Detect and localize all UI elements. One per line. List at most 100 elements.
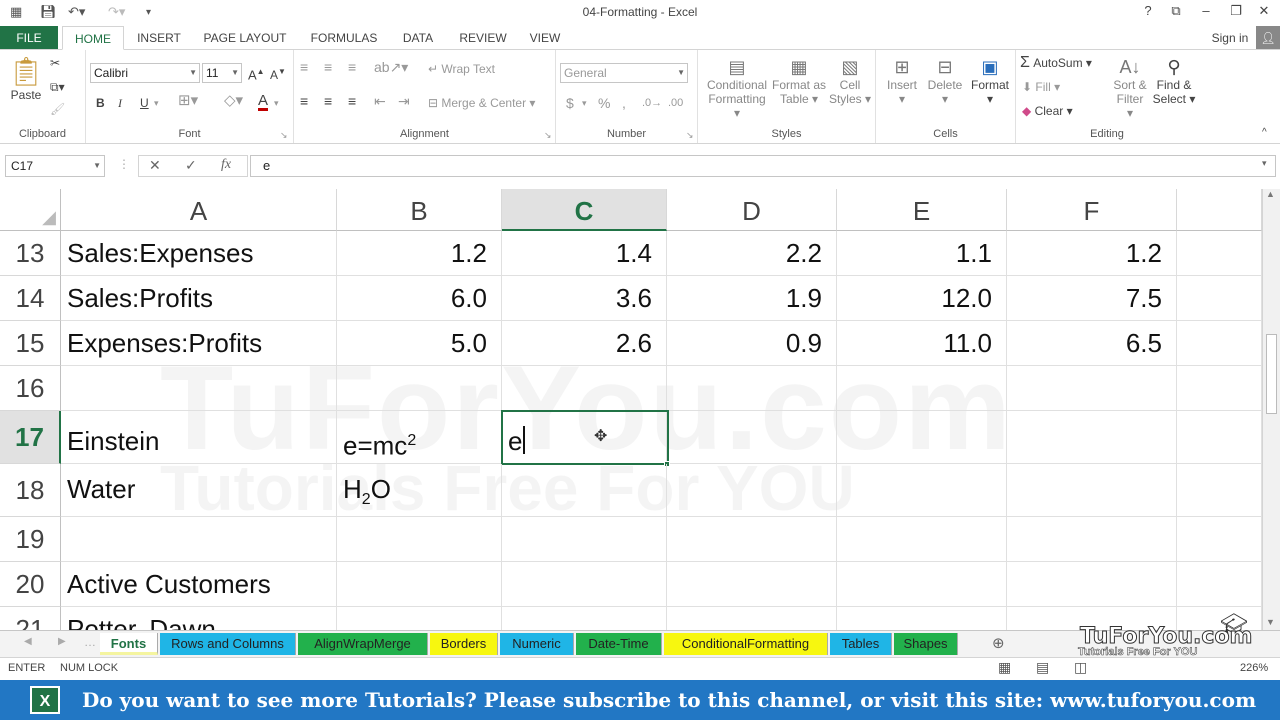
worksheet-grid[interactable]: TuForYou.com Tutorials Free For YOU ◢ A … <box>0 189 1262 630</box>
align-center-icon[interactable]: ≡ <box>324 94 332 108</box>
cancel-entry-icon[interactable]: ✕ <box>149 157 161 174</box>
sign-in-link[interactable]: Sign in <box>1204 26 1256 50</box>
row-header-17[interactable]: 17 <box>0 411 61 464</box>
cell-a16[interactable] <box>61 366 337 411</box>
format-as-table-button[interactable]: ▦ Format as Table ▾ <box>772 56 826 106</box>
cell-g15[interactable] <box>1177 321 1262 366</box>
decrease-indent-icon[interactable]: ⇤ <box>374 94 386 108</box>
increase-indent-icon[interactable]: ⇥ <box>398 94 410 108</box>
name-box[interactable]: C17 ▼ <box>5 155 105 177</box>
collapse-ribbon-icon[interactable]: ^ <box>1262 126 1267 140</box>
row-header-18[interactable]: 18 <box>0 464 61 517</box>
cell-f20[interactable] <box>1007 562 1177 607</box>
cell-a15[interactable]: Expenses:Profits <box>61 321 337 366</box>
column-header-f[interactable]: F <box>1007 189 1177 231</box>
cell-d20[interactable] <box>667 562 837 607</box>
cell-e18[interactable] <box>837 464 1007 517</box>
cell-a20[interactable]: Active Customers <box>61 562 337 607</box>
currency-dropdown-icon[interactable]: ▾ <box>582 96 587 110</box>
tab-review[interactable]: REVIEW <box>452 26 514 50</box>
row-header-16[interactable]: 16 <box>0 366 61 411</box>
sort-filter-button[interactable]: A↓ Sort & Filter ▾ <box>1112 56 1148 120</box>
prev-sheet-icon[interactable]: ◀ <box>24 636 32 647</box>
select-all-button[interactable]: ◢ <box>0 189 61 231</box>
sheet-tab-shapes[interactable]: Shapes <box>894 633 958 655</box>
cell-b14[interactable]: 6.0 <box>337 276 502 321</box>
cell-b13[interactable]: 1.2 <box>337 231 502 276</box>
cell-c18[interactable] <box>502 464 667 517</box>
cell-e20[interactable] <box>837 562 1007 607</box>
cell-c13[interactable]: 1.4 <box>502 231 667 276</box>
font-name-select[interactable]: Calibri ▼ <box>90 63 200 83</box>
help-button[interactable]: ? <box>1136 3 1160 18</box>
decrease-decimal-icon[interactable]: .00 <box>668 96 683 110</box>
cell-a21[interactable]: Potter, Dawn <box>61 607 337 630</box>
currency-button[interactable]: $ <box>566 96 574 110</box>
insert-function-button[interactable]: fx <box>221 157 231 173</box>
column-header-d[interactable]: D <box>667 189 837 231</box>
row-header-13[interactable]: 13 <box>0 231 61 276</box>
sheet-tab-conditionalformatting[interactable]: ConditionalFormatting <box>664 633 828 655</box>
font-size-select[interactable]: 11 ▼ <box>202 63 242 83</box>
cell-b16[interactable] <box>337 366 502 411</box>
cell-g20[interactable] <box>1177 562 1262 607</box>
find-select-button[interactable]: ⚲ Find & Select ▾ <box>1152 56 1196 106</box>
expand-formula-bar-icon[interactable]: ▾ <box>1262 158 1267 169</box>
cell-d16[interactable] <box>667 366 837 411</box>
cell-g13[interactable] <box>1177 231 1262 276</box>
underline-dropdown-icon[interactable]: ▾ <box>154 96 159 110</box>
sheet-tab-numeric[interactable]: Numeric <box>500 633 574 655</box>
cell-f19[interactable] <box>1007 517 1177 562</box>
scroll-thumb[interactable] <box>1266 334 1277 414</box>
bottom-align-icon[interactable]: ≡ <box>348 60 356 74</box>
cut-icon[interactable]: ✂ <box>50 56 60 70</box>
cell-a14[interactable]: Sales:Profits <box>61 276 337 321</box>
zoom-level[interactable]: 226% <box>1240 662 1268 674</box>
percent-button[interactable]: % <box>598 96 610 110</box>
cell-e17[interactable] <box>837 411 1007 464</box>
cell-g18[interactable] <box>1177 464 1262 517</box>
cell-g16[interactable] <box>1177 366 1262 411</box>
cell-d18[interactable] <box>667 464 837 517</box>
row-header-14[interactable]: 14 <box>0 276 61 321</box>
page-break-view-icon[interactable]: ◫ <box>1074 659 1087 676</box>
restore-button[interactable]: ❐ <box>1224 3 1248 19</box>
increase-decimal-icon[interactable]: .0→ <box>642 96 662 110</box>
cell-a17[interactable]: Einstein <box>61 411 337 464</box>
cell-e15[interactable]: 11.0 <box>837 321 1007 366</box>
row-header-19[interactable]: 19 <box>0 517 61 562</box>
copy-icon[interactable]: ⧉▾ <box>50 80 65 94</box>
tab-file[interactable]: FILE <box>0 26 58 50</box>
wrap-text-button[interactable]: ↵ Wrap Text <box>428 62 495 76</box>
cell-f15[interactable]: 6.5 <box>1007 321 1177 366</box>
page-layout-view-icon[interactable]: ▤ <box>1036 659 1049 676</box>
alignment-dialog-launcher-icon[interactable]: ↘ <box>544 128 552 142</box>
cell-c15[interactable]: 2.6 <box>502 321 667 366</box>
column-header-b[interactable]: B <box>337 189 502 231</box>
fill-button[interactable]: ⬇ Fill ▾ <box>1022 80 1060 94</box>
sheet-tab-date-time[interactable]: Date-Time <box>576 633 662 655</box>
cell-a13[interactable]: Sales:Expenses <box>61 231 337 276</box>
cell-d13[interactable]: 2.2 <box>667 231 837 276</box>
cell-a18[interactable]: Water <box>61 464 337 517</box>
tab-page-layout[interactable]: PAGE LAYOUT <box>196 26 294 50</box>
borders-icon[interactable]: ⊞▾ <box>178 93 198 108</box>
sheet-tab-rows-and-columns[interactable]: Rows and Columns <box>160 633 296 655</box>
minimize-button[interactable]: – <box>1194 3 1218 18</box>
font-color-icon[interactable]: A <box>258 93 269 111</box>
cell-d15[interactable]: 0.9 <box>667 321 837 366</box>
merge-center-button[interactable]: ⊟ Merge & Center ▾ <box>428 96 535 110</box>
italic-button[interactable]: I <box>118 96 122 110</box>
cell-g14[interactable] <box>1177 276 1262 321</box>
scroll-up-icon[interactable]: ▲ <box>1266 189 1275 199</box>
cell-c19[interactable] <box>502 517 667 562</box>
clear-button[interactable]: ◆ Clear ▾ <box>1022 104 1073 118</box>
fill-color-icon[interactable]: ◇▾ <box>224 93 243 108</box>
cell-b21[interactable] <box>337 607 502 630</box>
cell-g19[interactable] <box>1177 517 1262 562</box>
tab-home[interactable]: HOME <box>62 26 124 50</box>
vertical-scrollbar[interactable]: ▲ ▼ <box>1262 189 1280 630</box>
close-button[interactable]: ✕ <box>1252 3 1276 19</box>
confirm-entry-icon[interactable]: ✓ <box>185 157 197 174</box>
sheet-tab-borders[interactable]: Borders <box>430 633 498 655</box>
